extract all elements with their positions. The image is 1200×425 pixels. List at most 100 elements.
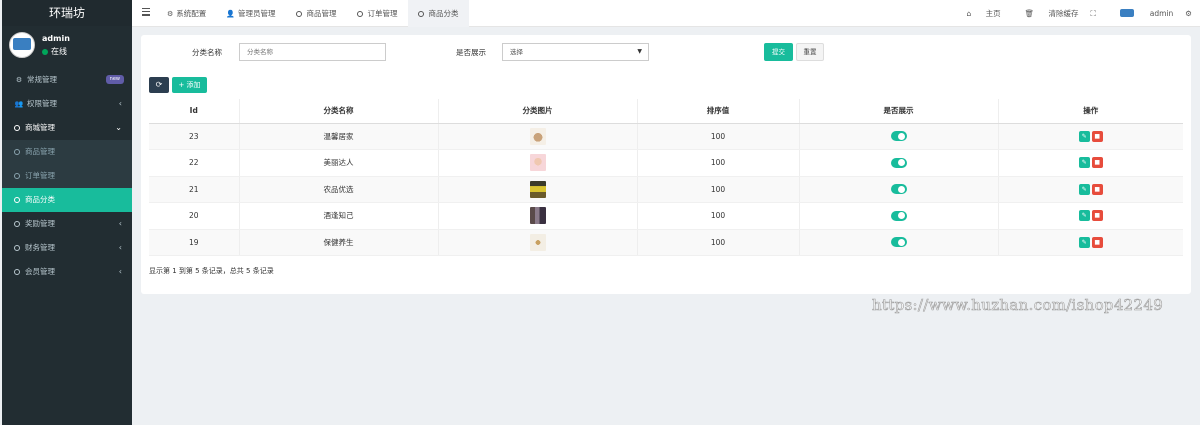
show-toggle[interactable]	[890, 184, 907, 195]
cell-name: 农品优选	[238, 176, 438, 203]
chevron-down-icon: ⌄	[115, 123, 122, 132]
sidebar-item-members[interactable]: 会员管理 ‹	[2, 260, 132, 284]
col-shown: 是否展示	[798, 99, 998, 124]
show-toggle[interactable]	[890, 210, 907, 221]
cell-sort: 100	[636, 123, 799, 150]
category-name-input[interactable]	[239, 43, 386, 61]
category-thumbnail[interactable]	[529, 207, 546, 225]
category-thumbnail[interactable]	[529, 154, 546, 172]
sidebar-menu: ⚙ 常规管理 new 👥 权限管理 ‹ 商城管理 ⌄ 商品管理 订单管理 商品分类 奖励管…	[2, 68, 132, 284]
show-toggle[interactable]	[890, 157, 907, 168]
plus-icon: +	[178, 81, 185, 89]
edit-icon[interactable]: ✎	[1078, 130, 1090, 142]
sidebar-item-products[interactable]: 商品管理	[2, 140, 132, 164]
watermark-text: https://www.huzhan.com/ishop42249	[872, 296, 1164, 315]
users-icon: 👥	[14, 100, 24, 108]
add-button[interactable]: + 添加	[172, 77, 207, 93]
chevron-left-icon: ‹	[118, 219, 122, 228]
mall-submenu: 商品管理 订单管理 商品分类	[2, 140, 132, 212]
cell-image	[437, 149, 637, 177]
circle-icon	[14, 172, 20, 179]
cell-sort: 100	[636, 229, 799, 256]
trash-icon: 🗑	[1024, 9, 1035, 18]
chevron-left-icon: ‹	[118, 99, 122, 108]
circle-icon	[417, 10, 424, 17]
table-row: 19 保健养生 100 ✎ ■	[149, 229, 1183, 256]
edit-icon[interactable]: ✎	[1078, 210, 1090, 222]
delete-icon[interactable]: ■	[1091, 210, 1103, 222]
new-badge: new	[105, 75, 124, 84]
content-panel: 分类名称 是否展示 选择▼ 提交 重置 ⟳ + 添加 Id 分类名称 分类图片 …	[141, 35, 1191, 294]
cell-sort: 100	[636, 176, 799, 203]
edit-icon[interactable]: ✎	[1078, 236, 1090, 248]
logo-icon	[1119, 9, 1134, 17]
submit-button[interactable]: 提交	[764, 43, 793, 61]
table-row: 22 美丽达人 100 ✎ ■	[149, 149, 1183, 177]
category-thumbnail[interactable]	[529, 233, 546, 251]
tab-admin-manage[interactable]: 👤 管理员管理	[216, 0, 285, 27]
online-dot-icon	[42, 48, 48, 55]
fullscreen-icon[interactable]: ⛶	[1091, 0, 1096, 27]
refresh-button[interactable]: ⟳	[149, 77, 169, 93]
user-name: admin	[42, 34, 70, 43]
delete-icon[interactable]: ■	[1091, 130, 1103, 142]
home-link[interactable]: ⌂ 主页	[954, 0, 1000, 27]
sidebar: 环瑞坊 admin 在线 ⚙ 常规管理 new 👥 权限管理 ‹ 商城管理 ⌄ 商品管理 …	[2, 0, 132, 425]
cell-image	[437, 123, 637, 150]
col-actions: 操作	[997, 99, 1183, 124]
cell-actions: ✎ ■	[997, 229, 1183, 256]
sidebar-item-orders[interactable]: 订单管理	[2, 164, 132, 188]
delete-icon[interactable]: ■	[1091, 157, 1103, 169]
show-status-select[interactable]: 选择 ▼	[502, 43, 649, 61]
reset-button[interactable]: 重置	[796, 43, 824, 61]
delete-icon[interactable]: ■	[1091, 236, 1103, 248]
delete-icon[interactable]: ■	[1091, 183, 1103, 195]
col-sort[interactable]: 排序值	[636, 99, 799, 124]
avatar	[9, 32, 35, 58]
cell-id: 19	[149, 229, 239, 256]
tab-orders[interactable]: 订单管理	[347, 0, 408, 27]
col-id[interactable]: Id	[149, 99, 239, 124]
tab-bar: ⚙ 系统配置 👤 管理员管理 商品管理 订单管理 商品分类	[157, 0, 469, 27]
edit-icon[interactable]: ✎	[1078, 157, 1090, 169]
tab-system-config[interactable]: ⚙ 系统配置	[157, 0, 216, 27]
pagination-summary: 显示第 1 到第 5 条记录，总共 5 条记录	[149, 267, 274, 275]
category-thumbnail[interactable]	[529, 180, 546, 198]
cell-actions: ✎ ■	[997, 176, 1183, 203]
clear-cache-link[interactable]: 🗑 清除缓存	[1013, 0, 1079, 27]
refresh-icon: ⟳	[155, 80, 163, 89]
sidebar-item-general[interactable]: ⚙ 常规管理 new	[2, 68, 132, 92]
sidebar-item-finance[interactable]: 财务管理 ‹	[2, 236, 132, 260]
show-toggle[interactable]	[890, 237, 907, 248]
sidebar-item-rewards[interactable]: 奖励管理 ‹	[2, 212, 132, 236]
logo-icon	[13, 38, 31, 50]
cell-shown	[798, 202, 998, 230]
user-icon: 👤	[226, 10, 235, 18]
circle-icon	[14, 268, 20, 275]
category-table: Id 分类名称 分类图片 排序值 是否展示 操作 23 温馨居家 100 ✎ ■ …	[149, 99, 1183, 256]
cogs-icon: ⚙	[15, 76, 23, 84]
cell-sort: 100	[636, 149, 799, 177]
chevron-left-icon: ‹	[118, 243, 122, 252]
sidebar-item-categories[interactable]: 商品分类	[2, 188, 132, 212]
cell-image	[437, 202, 637, 230]
topbar-actions: ⌂ 主页 🗑 清除缓存 ⛶ admin ⚙	[942, 0, 1192, 27]
table-row: 21 农品优选 100 ✎ ■	[149, 176, 1183, 203]
circle-icon	[14, 244, 20, 251]
category-name-label: 分类名称	[192, 48, 222, 57]
topbar: ⚙ 系统配置 👤 管理员管理 商品管理 订单管理 商品分类 ⌂ 主页 🗑 清除缓存 …	[132, 0, 1200, 27]
menu-toggle-icon[interactable]	[142, 8, 150, 16]
edit-icon[interactable]: ✎	[1078, 183, 1090, 195]
show-toggle[interactable]	[890, 131, 907, 142]
cell-shown	[798, 229, 998, 256]
settings-icon[interactable]: ⚙	[1185, 0, 1192, 27]
tab-categories[interactable]: 商品分类	[407, 0, 469, 27]
cell-name: 美丽达人	[238, 149, 438, 177]
admin-menu[interactable]: admin	[1108, 0, 1173, 27]
category-thumbnail[interactable]	[529, 127, 546, 145]
sidebar-item-permissions[interactable]: 👥 权限管理 ‹	[2, 92, 132, 116]
cell-name: 温馨居家	[238, 123, 438, 150]
brand-title[interactable]: 环瑞坊	[2, 0, 132, 26]
tab-products[interactable]: 商品管理	[286, 0, 347, 27]
sidebar-item-mall[interactable]: 商城管理 ⌄	[2, 116, 132, 140]
